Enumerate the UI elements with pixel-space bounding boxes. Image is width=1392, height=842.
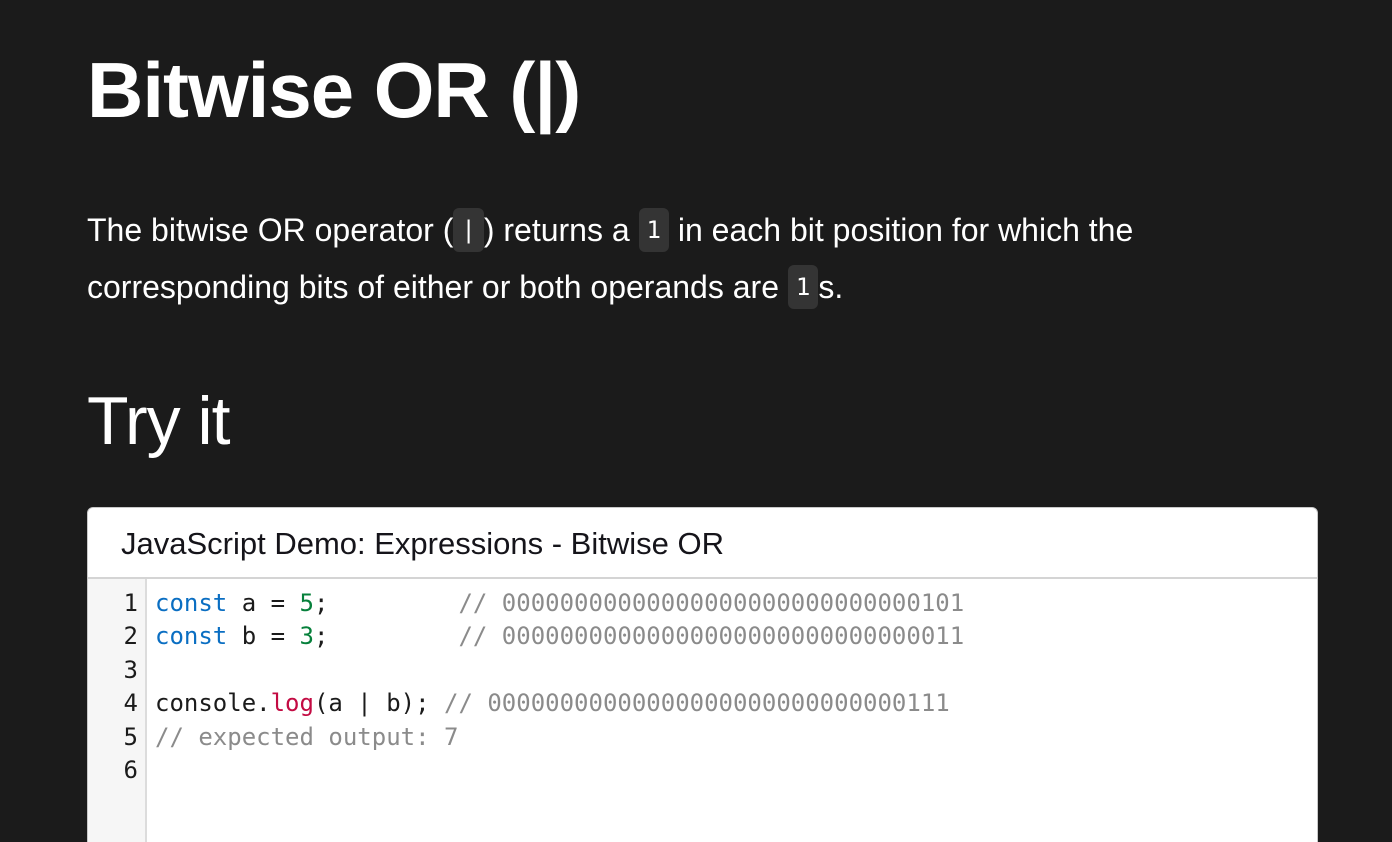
intro-text: ) returns a <box>483 212 639 248</box>
code-comment: // 00000000000000000000000000000101 <box>458 589 965 617</box>
code-line: console.log(a | b); // 00000000000000000… <box>155 687 964 720</box>
code-number: 3 <box>299 622 314 651</box>
code-text: (a | b); <box>313 689 444 718</box>
code-text: a = <box>227 589 300 617</box>
inline-code-operator: | <box>453 208 484 252</box>
code-comment: // expected output: 7 <box>155 722 459 751</box>
intro-text: The bitwise OR operator ( <box>87 212 454 248</box>
code-area[interactable]: const a = 5; // 000000000000000000000000… <box>147 579 964 842</box>
code-line: // expected output: 7 <box>155 721 964 754</box>
line-number: 3 <box>123 655 138 684</box>
line-number: 4 <box>123 689 138 718</box>
code-editor[interactable]: 1 2 3 4 5 6 const a = 5; // 00000000000000000… <box>88 579 1317 842</box>
code-number: 5 <box>299 589 314 617</box>
line-number: 6 <box>123 755 138 784</box>
demo-title: JavaScript Demo: Expressions - Bitwise O… <box>88 508 1317 579</box>
code-line: const b = 3; // 000000000000000000000000… <box>155 620 964 653</box>
code-comment: // 00000000000000000000000000000111 <box>444 689 950 718</box>
code-line: const a = 5; // 000000000000000000000000… <box>155 587 964 620</box>
line-number-gutter: 1 2 3 4 5 6 <box>88 579 147 842</box>
code-keyword: const <box>155 589 228 617</box>
line-number: 1 <box>123 589 138 617</box>
code-function: log <box>270 689 314 718</box>
try-it-heading: Try it <box>87 383 231 459</box>
inline-code-one: 1 <box>787 265 819 309</box>
code-text: b = <box>227 622 300 651</box>
code-keyword: const <box>155 622 228 651</box>
code-text: ; <box>313 589 459 617</box>
page-title: Bitwise OR (|) <box>87 46 581 134</box>
intro-text: s. <box>818 269 844 305</box>
line-number: 2 <box>123 622 138 651</box>
code-comment: // 00000000000000000000000000000011 <box>458 622 965 651</box>
intro-paragraph: The bitwise OR operator (|) returns a 1 … <box>87 202 1318 316</box>
code-text: ; <box>313 622 459 651</box>
line-number: 5 <box>123 722 138 751</box>
code-text: console. <box>155 689 271 718</box>
inline-code-one: 1 <box>638 208 669 252</box>
interactive-demo: JavaScript Demo: Expressions - Bitwise O… <box>87 507 1318 842</box>
